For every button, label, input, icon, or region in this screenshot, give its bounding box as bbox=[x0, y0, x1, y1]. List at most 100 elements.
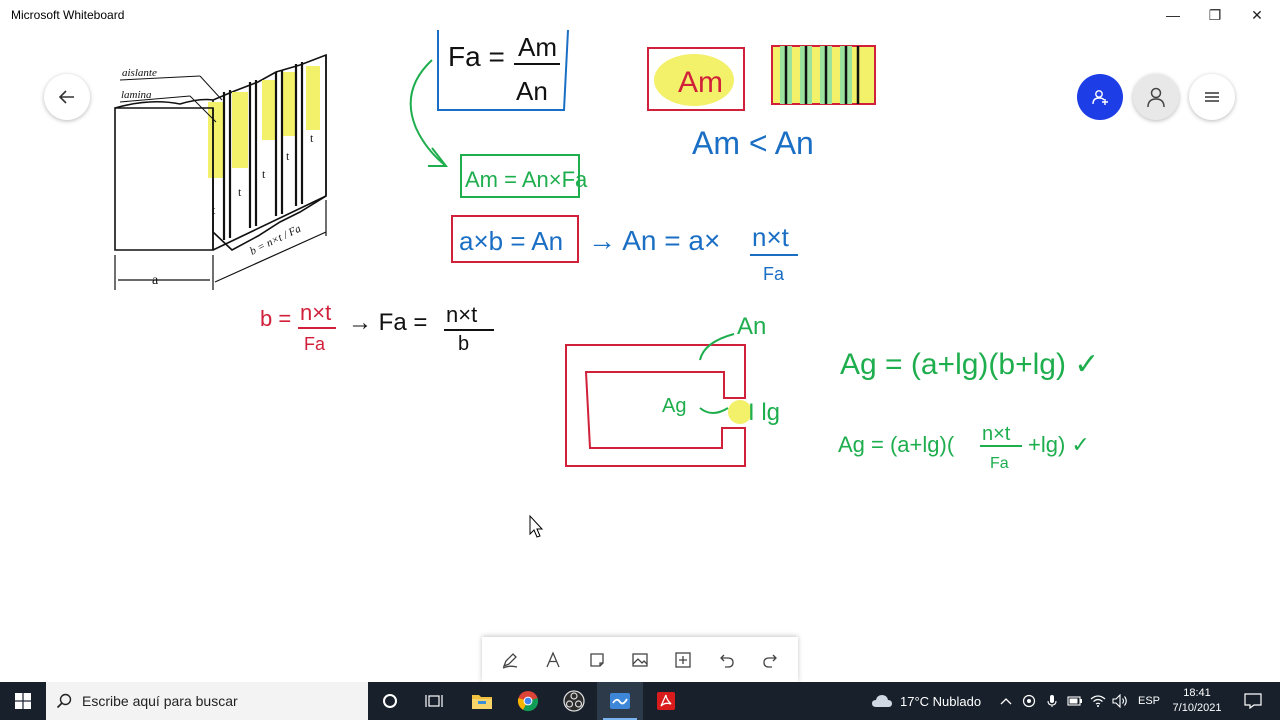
taskbar-search-box[interactable]: Escribe aquí para buscar bbox=[46, 682, 368, 720]
obs-button[interactable] bbox=[551, 682, 597, 720]
undo-icon bbox=[719, 654, 734, 668]
acrobat-button[interactable] bbox=[643, 682, 689, 720]
redo-icon bbox=[763, 654, 778, 668]
formula-ag2-num: n×t bbox=[982, 423, 1011, 445]
formula-fa2-den: b bbox=[458, 333, 469, 355]
formula-am: Am = An×Fa bbox=[465, 167, 588, 192]
input-language[interactable]: ESP bbox=[1138, 695, 1160, 707]
formula-ag2-den: Fa bbox=[990, 455, 1009, 472]
formula-ag2-rhs: +lg) ✓ bbox=[1028, 432, 1090, 457]
whiteboard-canvas[interactable]: aislante lamina a t t t t t b = n×t / Fa… bbox=[0, 30, 1280, 682]
formula-fa-den: An bbox=[516, 76, 548, 106]
whiteboard-icon bbox=[610, 693, 630, 709]
tray-meet[interactable] bbox=[1021, 693, 1037, 709]
note-icon bbox=[589, 652, 604, 667]
green-arrow bbox=[409, 59, 447, 167]
inking-toolbar bbox=[482, 637, 798, 682]
label-ag: Ag bbox=[662, 395, 686, 417]
search-placeholder: Escribe aquí para buscar bbox=[82, 693, 238, 709]
formula-fa-box: Fa = Am An bbox=[437, 30, 569, 111]
clock-time: 18:41 bbox=[1183, 687, 1211, 699]
cloud-icon bbox=[872, 695, 892, 707]
formula-an-den: Fa bbox=[763, 264, 785, 284]
image-icon bbox=[632, 652, 648, 667]
formula-axb: a×b = An bbox=[459, 226, 563, 256]
file-explorer-icon bbox=[472, 695, 492, 709]
ink-layer: aislante lamina a t t t t t b = n×t / Fa… bbox=[114, 30, 1099, 538]
mouse-cursor-icon bbox=[529, 514, 544, 538]
chrome-icon bbox=[517, 691, 539, 712]
wifi-icon bbox=[1090, 695, 1106, 707]
tray-battery[interactable] bbox=[1067, 693, 1083, 709]
back-button[interactable] bbox=[44, 74, 90, 120]
title-bar: Microsoft Whiteboard — ❐ ✕ bbox=[0, 0, 1280, 30]
close-button[interactable]: ✕ bbox=[1234, 0, 1280, 30]
formula-b-den: Fa bbox=[304, 334, 326, 354]
am-box-label: Am bbox=[678, 66, 723, 99]
weather-text[interactable]: 17°C Nublado bbox=[900, 694, 981, 709]
windows-logo-icon bbox=[15, 693, 31, 709]
label-an-green: An bbox=[737, 313, 766, 340]
minimize-button[interactable]: — bbox=[1150, 0, 1196, 30]
formula-fa2-lhs: → Fa = bbox=[348, 309, 427, 336]
task-view-icon bbox=[425, 695, 443, 707]
cortana-icon bbox=[383, 694, 397, 708]
formula-ag1: Ag = (a+lg)(b+lg) ✓ bbox=[840, 348, 1099, 381]
chevron-up-icon bbox=[1000, 698, 1012, 705]
maximize-button[interactable]: ❐ bbox=[1192, 0, 1238, 30]
tray-microphone[interactable] bbox=[1044, 693, 1060, 709]
formula-fa-lhs: Fa = bbox=[448, 41, 505, 72]
file-explorer-button[interactable] bbox=[459, 682, 505, 720]
pen-tool-button[interactable] bbox=[492, 642, 528, 678]
invite-button[interactable] bbox=[1077, 74, 1123, 120]
notification-button[interactable] bbox=[1234, 682, 1272, 720]
menu-button[interactable] bbox=[1189, 74, 1235, 120]
undo-button[interactable] bbox=[709, 642, 745, 678]
label-lamina: lamina bbox=[121, 89, 152, 101]
clock[interactable]: 18:41 7/10/2021 bbox=[1164, 686, 1230, 716]
whiteboard-taskbar-button[interactable] bbox=[597, 682, 643, 720]
cortana-button[interactable] bbox=[367, 682, 413, 720]
notification-icon bbox=[1244, 693, 1262, 709]
formula-b-lhs: b = bbox=[260, 306, 291, 331]
note-tool-button[interactable] bbox=[579, 642, 615, 678]
am-less-than-an: Am < An bbox=[692, 125, 814, 161]
redo-button[interactable] bbox=[752, 642, 788, 678]
formula-ag2-lhs: Ag = (a+lg)( bbox=[838, 432, 955, 457]
microphone-icon bbox=[1047, 695, 1057, 707]
label-lg: I lg bbox=[748, 399, 780, 426]
minimize-icon: — bbox=[1166, 7, 1180, 23]
image-tool-button[interactable] bbox=[622, 642, 658, 678]
core-gap-diagram bbox=[565, 333, 752, 467]
lamination-box bbox=[771, 45, 876, 105]
formula-an-num: n×t bbox=[752, 222, 790, 252]
formula-fa-num: Am bbox=[518, 32, 557, 62]
label-aislante: aislante bbox=[122, 67, 157, 79]
tray-volume[interactable] bbox=[1112, 693, 1128, 709]
formula-b-num: n×t bbox=[300, 300, 331, 325]
person-icon bbox=[1147, 87, 1165, 108]
chrome-button[interactable] bbox=[505, 682, 551, 720]
obs-icon bbox=[563, 690, 585, 712]
text-tool-button[interactable] bbox=[535, 642, 571, 678]
account-button[interactable] bbox=[1133, 74, 1179, 120]
volume-icon bbox=[1112, 694, 1127, 708]
hamburger-icon bbox=[1205, 92, 1219, 102]
battery-icon bbox=[1067, 696, 1082, 706]
tray-chevron[interactable] bbox=[998, 693, 1014, 709]
insert-icon bbox=[675, 651, 692, 668]
text-icon bbox=[546, 650, 560, 667]
camera-icon bbox=[1022, 694, 1036, 708]
back-arrow-icon bbox=[58, 90, 74, 104]
start-button[interactable] bbox=[0, 682, 46, 720]
tray-wifi[interactable] bbox=[1090, 693, 1106, 709]
close-icon: ✕ bbox=[1251, 6, 1263, 23]
acrobat-icon bbox=[657, 692, 675, 710]
app-title: Microsoft Whiteboard bbox=[11, 8, 125, 22]
task-view-button[interactable] bbox=[411, 682, 457, 720]
clock-date: 7/10/2021 bbox=[1172, 702, 1222, 714]
formula-an-lhs: → An = a× bbox=[588, 225, 720, 256]
search-icon bbox=[56, 693, 72, 709]
insert-tool-button[interactable] bbox=[665, 642, 701, 678]
formula-fa2-num: n×t bbox=[446, 302, 477, 327]
